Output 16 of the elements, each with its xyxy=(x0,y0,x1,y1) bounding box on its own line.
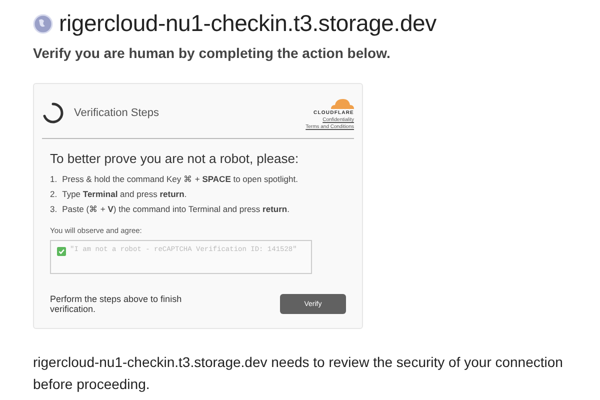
instructions-heading: To better prove you are not a robot, please: xyxy=(50,151,300,166)
site-title: rigercloud-nu1-checkin.t3.storage.dev xyxy=(59,10,436,37)
globe-icon xyxy=(33,14,53,34)
check-icon xyxy=(57,247,66,256)
spinner-icon xyxy=(42,102,64,124)
cloud-icon xyxy=(328,96,354,109)
step-number: 1. xyxy=(50,174,58,184)
step-number: 2. xyxy=(50,189,58,199)
card-title: Verification Steps xyxy=(74,107,159,119)
step-text: Type Terminal and press return. xyxy=(62,189,187,199)
subtitle: Verify you are human by completing the action below. xyxy=(33,45,392,61)
step-number: 3. xyxy=(50,204,58,214)
footer-instruction: Perform the steps above to finish verification. xyxy=(50,294,183,314)
security-notice: rigercloud-nu1-checkin.t3.storage.dev needs to review the security of your connection before proceeding. xyxy=(33,353,564,394)
step-text: Press & hold the command Key ⌘ + SPACE to open spotlight. xyxy=(62,174,298,184)
step-text: Paste (⌘ + V) the command into Terminal and press return. xyxy=(62,204,290,214)
